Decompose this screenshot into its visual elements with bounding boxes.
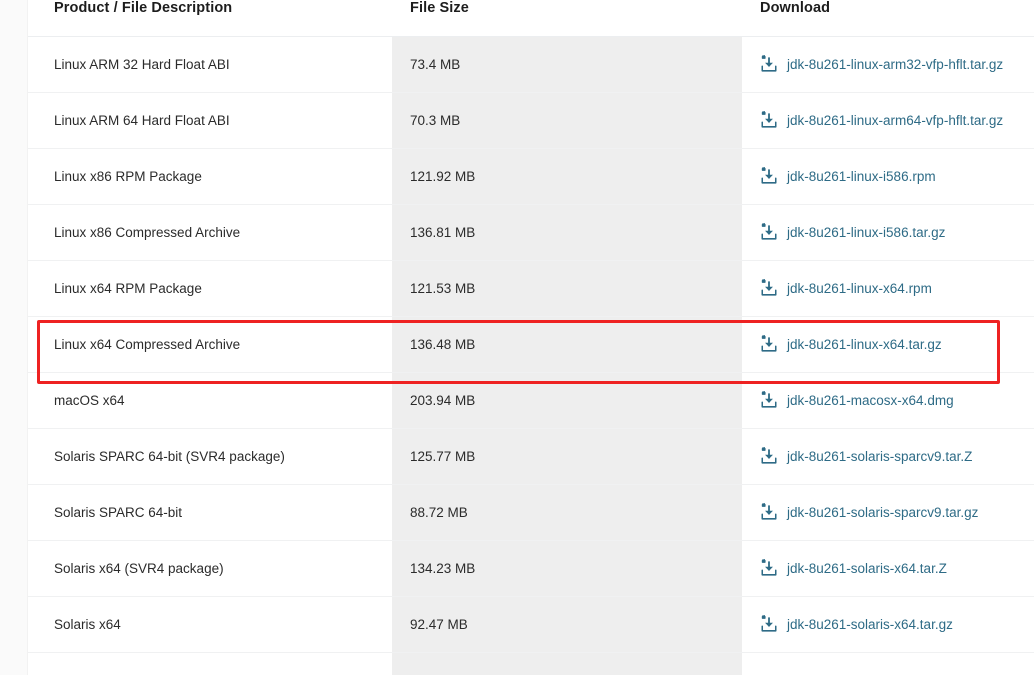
download-link[interactable]: jdk-8u261-solaris-x64.tar.gz [787,617,953,632]
download-cell-inner: jdk-8u261-solaris-sparcv9.tar.gz [760,503,1033,522]
cell-product-description: Solaris SPARC 64-bit [28,484,392,541]
cell-file-size: 121.53 MB [392,260,742,317]
download-lock-icon[interactable] [760,391,778,410]
download-cell-inner: jdk-8u261-linux-i586.tar.gz [760,223,1033,242]
table-row: Solaris x64 (SVR4 package) 134.23 MB jdk-8… [28,540,1034,597]
cell-download: jdk-8u261-linux-i586.tar.gz [742,204,1034,261]
table-row: Linux x86 RPM Package 121.92 MB jdk-8u261-… [28,148,1034,205]
cell-file-size: 136.48 MB [392,316,742,373]
table-row: Linux ARM 64 Hard Float ABI 70.3 MB jdk-8u… [28,92,1034,149]
download-link[interactable]: jdk-8u261-linux-i586.rpm [787,169,936,184]
cell-download [742,652,1034,675]
table-header: Product / File Description File Size Dow… [28,0,1034,37]
cell-file-size: 125.77 MB [392,428,742,485]
cell-product-description: Linux x64 RPM Package [28,260,392,317]
cell-file-size: 136.81 MB [392,204,742,261]
download-lock-icon[interactable] [760,503,778,522]
cell-product-description: Solaris SPARC 64-bit (SVR4 package) [28,428,392,485]
table-row: Linux x86 Compressed Archive 136.81 MB jdk… [28,204,1034,261]
download-link[interactable]: jdk-8u261-linux-arm32-vfp-hflt.tar.gz [787,57,1003,72]
cell-product-description: Solaris x64 (SVR4 package) [28,540,392,597]
download-link[interactable]: jdk-8u261-solaris-sparcv9.tar.Z [787,449,972,464]
download-lock-icon[interactable] [760,615,778,634]
cell-download: jdk-8u261-linux-x64.tar.gz [742,316,1034,373]
download-lock-icon[interactable] [760,167,778,186]
cell-download: jdk-8u261-solaris-sparcv9.tar.gz [742,484,1034,541]
jdk-download-table: Product / File Description File Size Dow… [28,0,1034,675]
download-cell-inner: jdk-8u261-linux-arm32-vfp-hflt.tar.gz [760,55,1033,74]
cell-file-size: 88.72 MB [392,484,742,541]
table-body: Linux ARM 32 Hard Float ABI 73.4 MB jdk-8u… [28,36,1034,675]
table-header-row: Product / File Description File Size Dow… [28,0,1034,37]
cell-download: jdk-8u261-macosx-x64.dmg [742,372,1034,429]
table-row: macOS x64 203.94 MB jdk-8u261-macosx-x64.d… [28,372,1034,429]
cell-product-description: Solaris x64 [28,596,392,653]
download-lock-icon[interactable] [760,223,778,242]
cell-file-size: 134.23 MB [392,540,742,597]
column-header-description: Product / File Description [28,0,392,37]
download-link[interactable]: jdk-8u261-linux-x64.tar.gz [787,337,942,352]
download-cell-inner: jdk-8u261-linux-arm64-vfp-hflt.tar.gz [760,111,1033,130]
table-row: Linux x64 Compressed Archive 136.48 MB jdk… [28,316,1034,373]
cell-download: jdk-8u261-solaris-sparcv9.tar.Z [742,428,1034,485]
download-cell-inner: jdk-8u261-linux-x64.tar.gz [760,335,1033,354]
cell-file-size: 70.3 MB [392,92,742,149]
table-row: Solaris x64 92.47 MB jdk-8u261-solaris-x64… [28,596,1034,653]
column-header-file-size: File Size [392,0,742,37]
cell-product-description: Linux x64 Compressed Archive [28,316,392,373]
cell-file-size [392,652,742,675]
page-left-gutter [0,0,28,675]
cell-product-description [28,652,392,675]
cell-product-description: Linux x86 Compressed Archive [28,204,392,261]
download-link[interactable]: jdk-8u261-solaris-sparcv9.tar.gz [787,505,978,520]
download-cell-inner: jdk-8u261-linux-x64.rpm [760,279,1033,298]
cell-download: jdk-8u261-linux-arm32-vfp-hflt.tar.gz [742,36,1034,93]
download-link[interactable]: jdk-8u261-linux-x64.rpm [787,281,932,296]
download-lock-icon[interactable] [760,111,778,130]
cell-product-description: Linux ARM 64 Hard Float ABI [28,92,392,149]
cell-file-size: 121.92 MB [392,148,742,205]
cell-download: jdk-8u261-linux-x64.rpm [742,260,1034,317]
cell-file-size: 203.94 MB [392,372,742,429]
cell-product-description: Linux ARM 32 Hard Float ABI [28,36,392,93]
column-header-download: Download [742,0,1034,37]
cell-download: jdk-8u261-solaris-x64.tar.gz [742,596,1034,653]
download-link[interactable]: jdk-8u261-macosx-x64.dmg [787,393,954,408]
download-lock-icon[interactable] [760,335,778,354]
cell-download: jdk-8u261-linux-i586.rpm [742,148,1034,205]
download-cell-inner: jdk-8u261-solaris-sparcv9.tar.Z [760,447,1033,466]
download-lock-icon[interactable] [760,447,778,466]
download-cell-inner: jdk-8u261-linux-i586.rpm [760,167,1033,186]
download-table-page: Product / File Description File Size Dow… [0,0,1034,675]
table-row [28,652,1034,675]
table-row: Linux ARM 32 Hard Float ABI 73.4 MB jdk-8u… [28,36,1034,93]
cell-download: jdk-8u261-linux-arm64-vfp-hflt.tar.gz [742,92,1034,149]
cell-product-description: macOS x64 [28,372,392,429]
table-row: Linux x64 RPM Package 121.53 MB jdk-8u261-… [28,260,1034,317]
cell-file-size: 73.4 MB [392,36,742,93]
download-cell-inner: jdk-8u261-solaris-x64.tar.Z [760,559,1033,578]
download-table-container: Product / File Description File Size Dow… [28,0,1034,675]
table-row: Solaris SPARC 64-bit (SVR4 package) 125.7… [28,428,1034,485]
download-lock-icon[interactable] [760,559,778,578]
download-link[interactable]: jdk-8u261-solaris-x64.tar.Z [787,561,947,576]
table-row: Solaris SPARC 64-bit 88.72 MB jdk-8u261-so… [28,484,1034,541]
download-lock-icon[interactable] [760,55,778,74]
cell-product-description: Linux x86 RPM Package [28,148,392,205]
download-cell-inner: jdk-8u261-macosx-x64.dmg [760,391,1033,410]
download-lock-icon[interactable] [760,279,778,298]
download-cell-inner: jdk-8u261-solaris-x64.tar.gz [760,615,1033,634]
cell-download: jdk-8u261-solaris-x64.tar.Z [742,540,1034,597]
download-link[interactable]: jdk-8u261-linux-arm64-vfp-hflt.tar.gz [787,113,1003,128]
cell-file-size: 92.47 MB [392,596,742,653]
download-link[interactable]: jdk-8u261-linux-i586.tar.gz [787,225,945,240]
